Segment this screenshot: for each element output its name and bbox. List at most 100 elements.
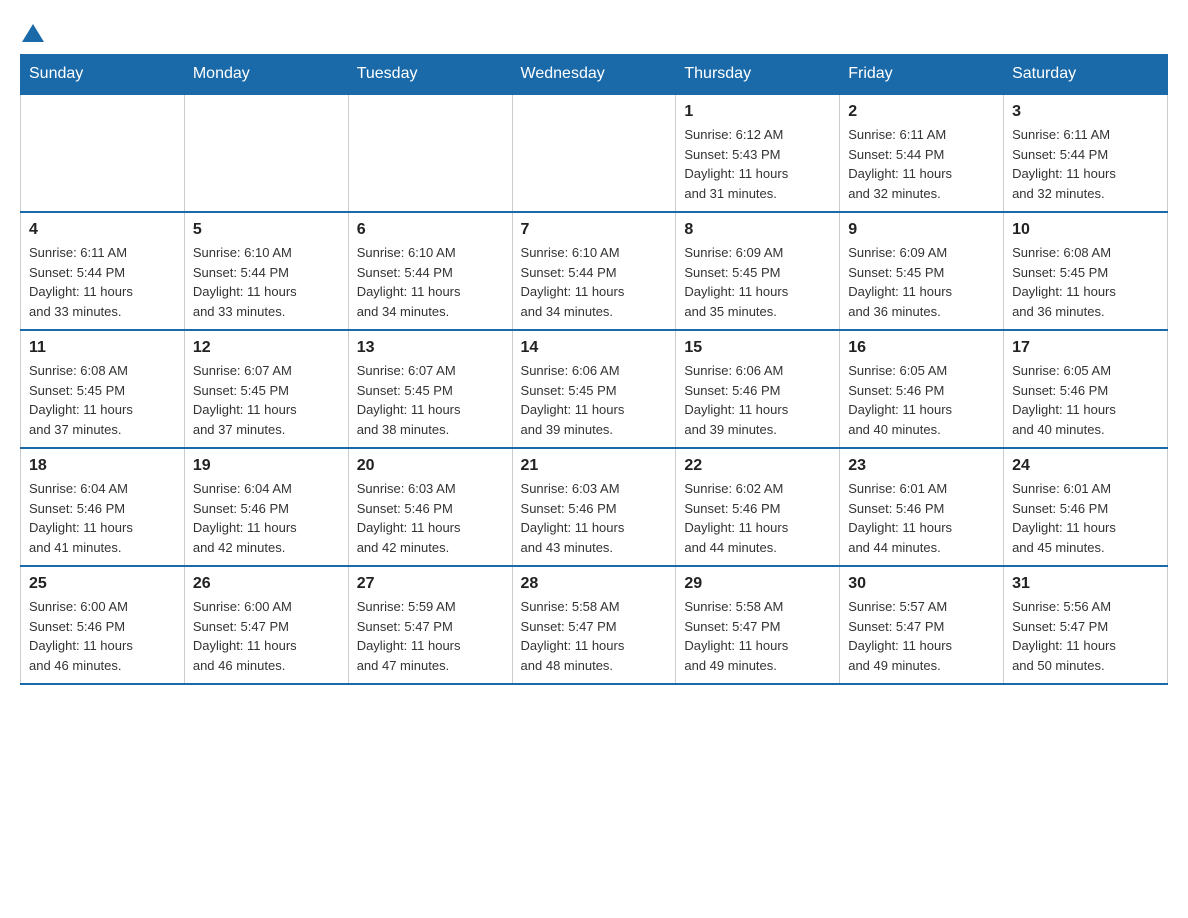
day-number: 7	[521, 221, 668, 239]
calendar-cell: 18Sunrise: 6:04 AM Sunset: 5:46 PM Dayli…	[21, 448, 185, 566]
day-info: Sunrise: 6:09 AM Sunset: 5:45 PM Dayligh…	[684, 243, 831, 321]
day-number: 12	[193, 339, 340, 357]
calendar-cell: 6 Sunrise: 6:10 AM Sunset: 5:44 PM Daylig…	[348, 212, 512, 330]
calendar-cell: 27Sunrise: 5:59 AM Sunset: 5:47 PM Dayli…	[348, 566, 512, 684]
day-info: Sunrise: 6:08 AM Sunset: 5:45 PM Dayligh…	[29, 361, 176, 439]
day-info: Sunrise: 6:12 AM Sunset: 5:43 PM Dayligh…	[684, 125, 831, 203]
calendar-cell: 15 Sunrise: 6:06 AM Sunset: 5:46 PM Dayli…	[676, 330, 840, 448]
day-info: Sunrise: 6:06 AM Sunset: 5:46 PM Dayligh…	[684, 361, 831, 439]
day-info: Sunrise: 5:58 AM Sunset: 5:47 PM Dayligh…	[521, 597, 668, 675]
calendar-cell: 16 Sunrise: 6:05 AM Sunset: 5:46 PM Dayli…	[840, 330, 1004, 448]
day-info: Sunrise: 5:56 AM Sunset: 5:47 PM Dayligh…	[1012, 597, 1159, 675]
calendar-table: SundayMondayTuesdayWednesdayThursdayFrid…	[20, 54, 1168, 685]
day-info: Sunrise: 6:10 AM Sunset: 5:44 PM Dayligh…	[521, 243, 668, 321]
calendar-cell	[348, 94, 512, 212]
day-info: Sunrise: 6:03 AM Sunset: 5:46 PM Dayligh…	[521, 479, 668, 557]
day-number: 13	[357, 339, 504, 357]
calendar-cell: 13 Sunrise: 6:07 AM Sunset: 5:45 PM Dayli…	[348, 330, 512, 448]
calendar-cell: 20Sunrise: 6:03 AM Sunset: 5:46 PM Dayli…	[348, 448, 512, 566]
day-info: Sunrise: 6:10 AM Sunset: 5:44 PM Dayligh…	[193, 243, 340, 321]
day-info: Sunrise: 6:11 AM Sunset: 5:44 PM Dayligh…	[1012, 125, 1159, 203]
calendar-week-row: 25 Sunrise: 6:00 AM Sunset: 5:46 PM Dayli…	[21, 566, 1168, 684]
day-info: Sunrise: 6:00 AM Sunset: 5:47 PM Dayligh…	[193, 597, 340, 675]
weekday-header-friday: Friday	[840, 55, 1004, 95]
day-info: Sunrise: 6:04 AM Sunset: 5:46 PM Dayligh…	[29, 479, 176, 557]
calendar-cell: 23Sunrise: 6:01 AM Sunset: 5:46 PM Dayli…	[840, 448, 1004, 566]
day-info: Sunrise: 6:07 AM Sunset: 5:45 PM Dayligh…	[193, 361, 340, 439]
day-info: Sunrise: 6:08 AM Sunset: 5:45 PM Dayligh…	[1012, 243, 1159, 321]
calendar-cell: 21 Sunrise: 6:03 AM Sunset: 5:46 PM Dayli…	[512, 448, 676, 566]
calendar-cell: 31 Sunrise: 5:56 AM Sunset: 5:47 PM Dayli…	[1004, 566, 1168, 684]
calendar-week-row: 1 Sunrise: 6:12 AM Sunset: 5:43 PM Daylig…	[21, 94, 1168, 212]
day-number: 17	[1012, 339, 1159, 357]
day-number: 31	[1012, 575, 1159, 593]
day-info: Sunrise: 6:05 AM Sunset: 5:46 PM Dayligh…	[848, 361, 995, 439]
day-info: Sunrise: 6:11 AM Sunset: 5:44 PM Dayligh…	[29, 243, 176, 321]
day-number: 8	[684, 221, 831, 239]
calendar-cell: 1 Sunrise: 6:12 AM Sunset: 5:43 PM Daylig…	[676, 94, 840, 212]
day-info: Sunrise: 6:05 AM Sunset: 5:46 PM Dayligh…	[1012, 361, 1159, 439]
day-number: 11	[29, 339, 176, 357]
weekday-header-wednesday: Wednesday	[512, 55, 676, 95]
day-info: Sunrise: 6:07 AM Sunset: 5:45 PM Dayligh…	[357, 361, 504, 439]
calendar-cell	[21, 94, 185, 212]
calendar-cell: 4 Sunrise: 6:11 AM Sunset: 5:44 PM Daylig…	[21, 212, 185, 330]
day-info: Sunrise: 6:03 AM Sunset: 5:46 PM Dayligh…	[357, 479, 504, 557]
calendar-cell: 30Sunrise: 5:57 AM Sunset: 5:47 PM Dayli…	[840, 566, 1004, 684]
day-number: 6	[357, 221, 504, 239]
day-info: Sunrise: 6:00 AM Sunset: 5:46 PM Dayligh…	[29, 597, 176, 675]
calendar-week-row: 18Sunrise: 6:04 AM Sunset: 5:46 PM Dayli…	[21, 448, 1168, 566]
weekday-header-saturday: Saturday	[1004, 55, 1168, 95]
calendar-cell: 28 Sunrise: 5:58 AM Sunset: 5:47 PM Dayli…	[512, 566, 676, 684]
day-number: 2	[848, 103, 995, 121]
day-info: Sunrise: 6:10 AM Sunset: 5:44 PM Dayligh…	[357, 243, 504, 321]
calendar-cell	[184, 94, 348, 212]
weekday-header-thursday: Thursday	[676, 55, 840, 95]
calendar-header-row: SundayMondayTuesdayWednesdayThursdayFrid…	[21, 55, 1168, 95]
day-info: Sunrise: 6:04 AM Sunset: 5:46 PM Dayligh…	[193, 479, 340, 557]
day-number: 1	[684, 103, 831, 121]
day-info: Sunrise: 6:01 AM Sunset: 5:46 PM Dayligh…	[1012, 479, 1159, 557]
weekday-header-monday: Monday	[184, 55, 348, 95]
calendar-cell: 12 Sunrise: 6:07 AM Sunset: 5:45 PM Dayli…	[184, 330, 348, 448]
day-info: Sunrise: 6:11 AM Sunset: 5:44 PM Dayligh…	[848, 125, 995, 203]
calendar-cell: 9Sunrise: 6:09 AM Sunset: 5:45 PM Daylig…	[840, 212, 1004, 330]
day-number: 27	[357, 575, 504, 593]
day-number: 29	[684, 575, 831, 593]
page-header	[20, 20, 1168, 44]
day-info: Sunrise: 6:06 AM Sunset: 5:45 PM Dayligh…	[521, 361, 668, 439]
day-number: 30	[848, 575, 995, 593]
day-number: 16	[848, 339, 995, 357]
weekday-header-tuesday: Tuesday	[348, 55, 512, 95]
calendar-cell: 29 Sunrise: 5:58 AM Sunset: 5:47 PM Dayli…	[676, 566, 840, 684]
logo	[20, 20, 44, 44]
calendar-week-row: 11 Sunrise: 6:08 AM Sunset: 5:45 PM Dayli…	[21, 330, 1168, 448]
calendar-cell: 26 Sunrise: 6:00 AM Sunset: 5:47 PM Dayli…	[184, 566, 348, 684]
day-number: 24	[1012, 457, 1159, 475]
day-number: 3	[1012, 103, 1159, 121]
day-info: Sunrise: 5:58 AM Sunset: 5:47 PM Dayligh…	[684, 597, 831, 675]
calendar-cell: 25 Sunrise: 6:00 AM Sunset: 5:46 PM Dayli…	[21, 566, 185, 684]
calendar-cell: 8 Sunrise: 6:09 AM Sunset: 5:45 PM Daylig…	[676, 212, 840, 330]
day-number: 5	[193, 221, 340, 239]
day-number: 28	[521, 575, 668, 593]
day-info: Sunrise: 6:09 AM Sunset: 5:45 PM Dayligh…	[848, 243, 995, 321]
calendar-cell: 2 Sunrise: 6:11 AM Sunset: 5:44 PM Daylig…	[840, 94, 1004, 212]
logo-triangle-icon	[22, 22, 44, 44]
day-number: 10	[1012, 221, 1159, 239]
day-number: 15	[684, 339, 831, 357]
day-number: 4	[29, 221, 176, 239]
day-number: 22	[684, 457, 831, 475]
day-number: 23	[848, 457, 995, 475]
calendar-cell: 19 Sunrise: 6:04 AM Sunset: 5:46 PM Dayli…	[184, 448, 348, 566]
day-number: 19	[193, 457, 340, 475]
day-number: 25	[29, 575, 176, 593]
weekday-header-sunday: Sunday	[21, 55, 185, 95]
day-number: 26	[193, 575, 340, 593]
calendar-cell: 14Sunrise: 6:06 AM Sunset: 5:45 PM Dayli…	[512, 330, 676, 448]
calendar-cell: 17 Sunrise: 6:05 AM Sunset: 5:46 PM Dayli…	[1004, 330, 1168, 448]
calendar-cell: 10 Sunrise: 6:08 AM Sunset: 5:45 PM Dayli…	[1004, 212, 1168, 330]
day-number: 21	[521, 457, 668, 475]
day-info: Sunrise: 6:02 AM Sunset: 5:46 PM Dayligh…	[684, 479, 831, 557]
calendar-cell: 3 Sunrise: 6:11 AM Sunset: 5:44 PM Daylig…	[1004, 94, 1168, 212]
